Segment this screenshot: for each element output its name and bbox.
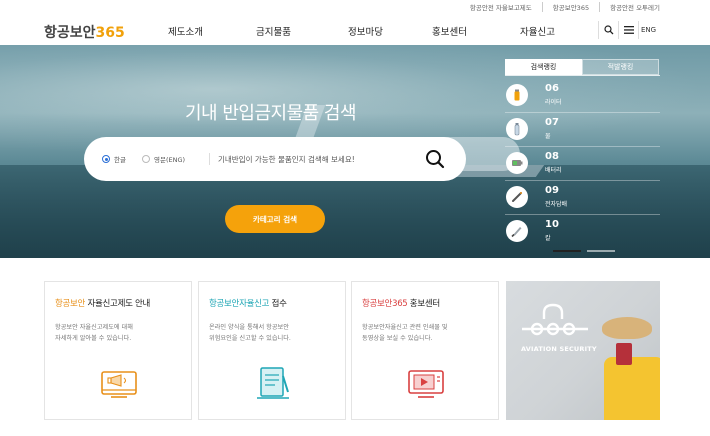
card-description: 항공보안자율신고 관련 인쇄물 및동영상을 보실 수 있습니다. (362, 322, 448, 344)
card-title-highlight: 항공보안자율신고 (209, 299, 270, 309)
logo-number: 365 (95, 25, 125, 41)
utility-links: 항공안전 자율보고제도 항공보안365 항공안전 오투레기 (470, 2, 660, 12)
card-title-highlight: 항공보안 (55, 299, 86, 309)
megaphone-icon (99, 366, 139, 400)
ranking-pager (553, 250, 615, 252)
card-desc-line: 위험요인을 신고할 수 있습니다. (209, 335, 291, 342)
search-icon[interactable] (598, 21, 618, 39)
pager-dot-active[interactable] (553, 250, 581, 252)
header: 항공보안365 제도소개 금지물품 정보마당 홍보센터 자율신고 ENG (0, 12, 710, 45)
card-title: 항공보안 자율신고제도 안내 (55, 297, 150, 309)
ranking-item[interactable]: 10 칼 (505, 215, 660, 249)
menu-icon[interactable] (618, 21, 638, 39)
card-desc-line: 항공보안자율신고 관련 인쇄물 및 (362, 324, 448, 331)
aviation-security-promo-banner[interactable]: AVIATION SECURITY (506, 281, 660, 420)
ranking-number: 07 (545, 117, 559, 128)
ranking-tabs: 검색랭킹 적발랭킹 (505, 59, 659, 75)
video-icon (406, 366, 446, 400)
ranking-number: 10 (545, 219, 559, 230)
nav-item-info[interactable]: 정보마당 (348, 24, 432, 38)
card-title-rest: 자율신고제도 안내 (85, 299, 151, 309)
nav-item-prohibited[interactable]: 금지물품 (256, 24, 348, 38)
ranking-number: 08 (545, 151, 559, 162)
knife-icon (506, 220, 528, 242)
nav-item-report[interactable]: 자율신고 (520, 24, 570, 38)
ranking-name: 물 (545, 133, 551, 140)
search-submit-icon[interactable] (424, 148, 446, 170)
battery-icon (506, 152, 528, 174)
hero-title: 기내 반입금지물품 검색 (185, 103, 357, 124)
ranking-panel: 검색랭킹 적발랭킹 06 라이터 07 물 08 배터리 09 전자담배 10 … (505, 59, 660, 258)
passport-image (616, 343, 632, 365)
card-title-highlight: 항공보안365 (362, 299, 408, 309)
suitcase-image (604, 357, 660, 420)
ranking-divider (505, 75, 660, 76)
search-divider (209, 153, 210, 165)
ranking-item[interactable]: 09 전자담배 (505, 181, 660, 215)
ranking-name: 라이터 (545, 99, 562, 106)
nav-item-system[interactable]: 제도소개 (168, 24, 256, 38)
main-nav: 제도소개 금지물품 정보마당 홍보센터 자율신고 (168, 24, 570, 38)
water-bottle-icon (506, 118, 528, 140)
lighter-icon (506, 84, 528, 106)
radio-english-label: 영문(ENG) (154, 156, 186, 164)
straw-hat-image (602, 317, 652, 339)
ranking-item[interactable]: 07 물 (505, 113, 660, 147)
search-box: 한글 영문(ENG) (84, 137, 466, 181)
card-title: 항공보안자율신고 접수 (209, 297, 287, 309)
pager-dot[interactable] (587, 250, 615, 252)
card-desc-line: 항공보안 자율신고제도에 대해 (55, 324, 133, 331)
radio-english[interactable]: 영문(ENG) (142, 154, 185, 164)
card-report-submission[interactable]: 항공보안자율신고 접수 온라인 양식을 통해서 항공보안위험요인을 신고할 수 … (198, 281, 346, 420)
search-input[interactable] (218, 151, 418, 167)
radio-korean-label: 한글 (114, 156, 126, 164)
tab-search-ranking[interactable]: 검색랭킹 (505, 59, 582, 75)
language-button[interactable]: ENG (638, 21, 658, 39)
ranking-item[interactable]: 06 라이터 (505, 79, 660, 113)
card-title: 항공보안365 홍보센터 (362, 297, 440, 309)
util-link-security365[interactable]: 항공보안365 (541, 2, 589, 12)
card-desc-line: 자세하게 알아볼 수 있습니다. (55, 335, 132, 342)
radio-dot (142, 155, 150, 163)
e-cigarette-icon (506, 186, 528, 208)
ranking-number: 06 (545, 83, 559, 94)
page: 항공안전 자율보고제도 항공보안365 항공안전 오투레기 항공보안365 제도… (0, 0, 710, 436)
site-logo[interactable]: 항공보안365 (44, 22, 125, 42)
card-description: 온라인 양식을 통해서 항공보안위험요인을 신고할 수 있습니다. (209, 322, 291, 344)
util-link-safety-report[interactable]: 항공안전 자율보고제도 (470, 2, 532, 12)
tab-detection-ranking[interactable]: 적발랭킹 (582, 59, 659, 75)
ranking-number: 09 (545, 185, 559, 196)
ranking-name: 배터리 (545, 167, 562, 174)
radio-dot-selected (102, 155, 110, 163)
util-link-safety-o2[interactable]: 항공안전 오투레기 (599, 2, 660, 12)
card-title-rest: 접수 (269, 299, 287, 309)
header-icons: ENG (598, 21, 658, 39)
ranking-name: 칼 (545, 235, 551, 242)
report-form-icon (253, 366, 293, 400)
ranking-name: 전자담배 (545, 201, 568, 208)
radio-korean[interactable]: 한글 (102, 154, 126, 164)
promo-caption: AVIATION SECURITY (521, 345, 597, 353)
hero-banner: 기내 반입금지물품 검색 한글 영문(ENG) 카테고리 검색 검색랭킹 적발랭… (0, 45, 710, 258)
padlock-icon (522, 303, 588, 336)
ranking-item[interactable]: 08 배터리 (505, 147, 660, 181)
card-self-report-guide[interactable]: 항공보안 자율신고제도 안내 항공보안 자율신고제도에 대해자세하게 알아볼 수… (44, 281, 192, 420)
logo-text: 항공보안 (44, 25, 96, 41)
nav-item-pr[interactable]: 홍보센터 (432, 24, 520, 38)
card-pr-center[interactable]: 항공보안365 홍보센터 항공보안자율신고 관련 인쇄물 및동영상을 보실 수 … (351, 281, 499, 420)
card-desc-line: 온라인 양식을 통해서 항공보안 (209, 324, 289, 331)
card-description: 항공보안 자율신고제도에 대해자세하게 알아볼 수 있습니다. (55, 322, 133, 344)
card-title-rest: 홍보센터 (407, 299, 440, 309)
category-search-button[interactable]: 카테고리 검색 (225, 205, 325, 233)
card-desc-line: 동영상을 보실 수 있습니다. (362, 335, 433, 342)
